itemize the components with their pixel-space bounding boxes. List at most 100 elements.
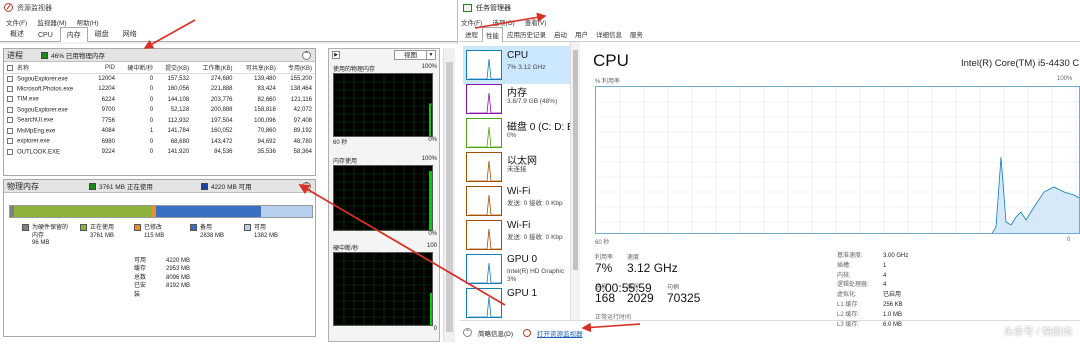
memory-bar-segment [156, 206, 262, 217]
in-use-text: 3761 MB 正在使用 [99, 184, 153, 191]
tab-performance[interactable]: 性能 [482, 27, 503, 42]
chart-hard-faults: 硬中断/秒 100 0 [333, 243, 437, 332]
menu-monitor[interactable]: 监视器(M) [37, 17, 66, 27]
available-text: 4220 MB 可用 [210, 184, 252, 191]
resource-thumbnail [466, 118, 502, 148]
resource-thumbnail [466, 186, 502, 216]
chart-foot-left: 60 秒 [333, 140, 348, 146]
brief-info-link[interactable]: 简略信息(D) [478, 328, 513, 338]
taskmgr-tabs: 进程 性能 应用历史记录 启动 用户 详细信息 服务 [459, 26, 1080, 42]
speed-value: 3.12 GHz [627, 261, 678, 275]
charts-header: ▶ 视图 ▼ [329, 49, 439, 61]
tab-app-history[interactable]: 应用历史记录 [503, 26, 550, 41]
process-row[interactable]: SearchUI.exe 7756 0 112,932 197,504 100,096 97… [4, 116, 315, 127]
process-row[interactable]: TIM.exe 6224 0 144,108 203,776 82,660 121,116 [4, 95, 315, 106]
cpu-model: Intel(R) Core(TM) i5-4430 CPU @ [961, 58, 1080, 69]
row-checkbox[interactable] [7, 127, 13, 134]
column-header[interactable]: 硬中断/秒 [117, 62, 157, 74]
memory-usage-swatch [41, 51, 48, 59]
process-row[interactable]: Microsoft.Photos.exe 12204 0 160,056 221,888… [4, 84, 315, 95]
row-checkbox[interactable] [7, 138, 13, 145]
tab-cpu[interactable]: CPU [31, 29, 60, 41]
process-row[interactable]: OUTLOOK.EXE 9224 0 141,920 84,536 35,536 58,36… [4, 147, 315, 158]
speed-label: 速度 [627, 255, 640, 261]
utilization-axis-label: % 利用率 [595, 79, 621, 85]
task-manager-window: 任务管理器 文件(F) 选项(O) 查看(V) 进程 性能 应用历史记录 启动 … [459, 0, 1080, 344]
resource-item[interactable]: CPU 7% 3.12 GHz [463, 46, 570, 84]
row-checkbox[interactable] [7, 148, 13, 155]
chart-canvas [333, 73, 433, 137]
menu-help[interactable]: 帮助(H) [77, 17, 99, 27]
tab-processes[interactable]: 进程 [461, 26, 482, 41]
utilization-label: 利用率 [595, 255, 614, 261]
resmon-app-icon [4, 3, 13, 12]
resource-item[interactable]: GPU 1 [463, 284, 570, 320]
memory-bar-segment [13, 206, 153, 217]
process-row[interactable]: SogouExplorer.exe 9700 0 52,128 200,888 158,8… [4, 105, 315, 116]
chart-physical-memory: 使用的物理内存 100% 60 秒 0% [333, 64, 437, 146]
row-checkbox[interactable] [7, 106, 13, 113]
collapse-icon[interactable]: ⌃ [302, 182, 311, 191]
column-header[interactable]: PID [90, 62, 118, 74]
chart-foot-right: 0% [428, 137, 437, 143]
view-button[interactable]: 视图 [394, 50, 427, 60]
tab-overview[interactable]: 概述 [3, 26, 31, 41]
legend-item: 已修改 115 MB [134, 224, 164, 240]
row-checkbox[interactable] [7, 117, 13, 124]
column-header[interactable]: 工作集(KB) [192, 62, 236, 74]
row-checkbox[interactable] [7, 96, 13, 103]
column-header[interactable]: 提交(KB) [156, 62, 193, 74]
resource-item[interactable]: Wi-Fi 发送: 0 接收: 0 Kbp [463, 216, 570, 254]
column-header[interactable]: 可共享(KB) [235, 62, 279, 74]
graph-zero-label: 0 [1067, 237, 1071, 243]
chart-memory-usage: 内存使用 100% 0% [333, 156, 437, 237]
tab-services[interactable]: 服务 [626, 26, 647, 41]
cpu-graph-svg [596, 87, 1079, 233]
chart-title: 硬中断/秒 [333, 246, 359, 252]
cpu-spec-row: 基准速度: 3.00 GHz [837, 253, 909, 259]
process-row[interactable]: SogouExplorer.exe 12004 0 157,532 274,680 139… [4, 74, 315, 85]
tab-disk[interactable]: 磁盘 [88, 26, 116, 41]
process-panel-header[interactable]: 进程 46% 已用物理内存 ⌃ [4, 49, 315, 62]
menu-options[interactable]: 选项(O) [492, 17, 514, 27]
row-checkbox[interactable] [7, 85, 13, 92]
resource-list-scrollbar[interactable] [571, 42, 580, 320]
menu-view[interactable]: 查看(V) [525, 17, 547, 27]
cpu-spec-row: L1 缓存: 256 KB [837, 301, 903, 308]
graph-time-label: 60 秒 [595, 240, 610, 246]
tab-network[interactable]: 网络 [116, 26, 144, 41]
scrollbar-thumb[interactable] [573, 50, 578, 270]
chart-max: 100 [426, 243, 437, 249]
resource-item[interactable]: Wi-Fi 发送: 0 接收: 0 Kbp [463, 182, 570, 220]
physical-memory-header[interactable]: 物理内存 3761 MB 正在使用 4220 MB 可用 ⌃ [4, 180, 315, 193]
tab-users[interactable]: 用户 [571, 26, 592, 41]
resource-item[interactable]: 磁盘 0 (C: D: E: 0% [463, 114, 570, 152]
column-header[interactable]: 专用(KB) [278, 62, 315, 74]
chevron-up-icon[interactable]: ⌃ [463, 328, 472, 337]
resource-item[interactable]: 内存 3.8/7.9 GB (48%) [463, 80, 570, 118]
chart-foot-right: 0% [428, 231, 437, 237]
column-header[interactable]: 名称 [4, 62, 91, 74]
chevron-down-icon[interactable]: ▼ [427, 50, 436, 60]
process-row[interactable]: MsMpEng.exe 4084 1 141,784 160,052 70,860 89,1… [4, 126, 315, 137]
process-row[interactable]: explorer.exe 6980 0 68,680 143,472 94,692 48,7… [4, 137, 315, 148]
available-swatch [200, 182, 208, 190]
resmon-scrollbar[interactable] [443, 48, 455, 342]
tab-details[interactable]: 详细信息 [592, 26, 626, 41]
scrollbar-thumb[interactable] [446, 62, 453, 332]
collapse-icon[interactable]: ⌃ [302, 51, 311, 60]
cpu-utilization-graph [595, 86, 1080, 234]
cpu-spec-list: 基准速度: 3.00 GHz 插槽: 1 内核: 4 逻辑处理器: 4 虚拟化: 已启用 L1 缓存… [837, 252, 908, 330]
tab-startup[interactable]: 启动 [550, 26, 571, 41]
resource-item[interactable]: GPU 0 Intel(R) HD Graphic 3% [463, 250, 570, 288]
menu-file[interactable]: 文件(F) [6, 17, 27, 27]
open-resource-monitor-link[interactable]: 打开资源监视器 [537, 328, 583, 338]
select-all-checkbox[interactable] [7, 65, 13, 72]
resource-item[interactable]: 以太网 未连接 [463, 148, 570, 186]
expand-icon[interactable]: ▶ [332, 51, 340, 59]
menu-file[interactable]: 文件(F) [461, 17, 482, 27]
resmon-titlebar: 资源监视器 [0, 0, 457, 15]
tab-memory[interactable]: 内存 [59, 27, 88, 42]
resmon-title: 资源监视器 [17, 4, 52, 12]
row-checkbox[interactable] [7, 75, 13, 82]
